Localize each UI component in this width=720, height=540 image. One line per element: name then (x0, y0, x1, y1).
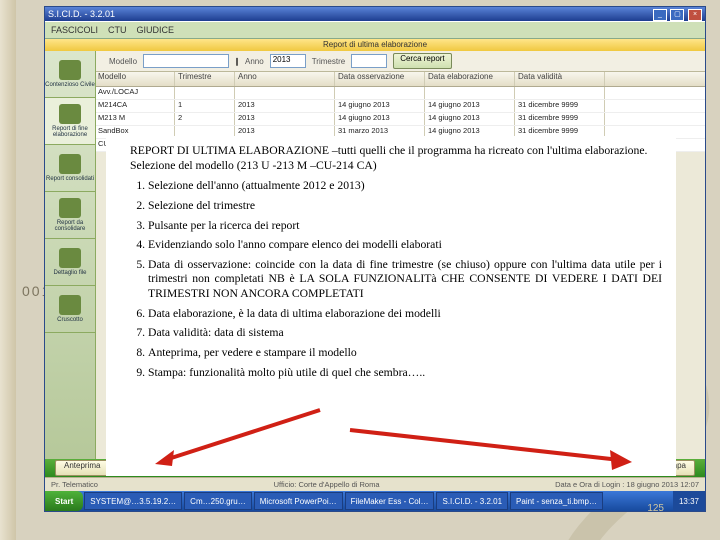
clock: 13:37 (679, 497, 699, 506)
sidebar-icon (59, 295, 81, 315)
anno-select[interactable]: 2013 (270, 54, 306, 68)
table-row[interactable]: M213 M2201314 giugno 201314 giugno 20133… (95, 113, 705, 126)
modello-label: Modello (109, 57, 137, 66)
menu-toolbar: FASCICOLI CTU GIUDICE (45, 21, 705, 39)
taskbar-button[interactable]: SYSTEM@…3.5.19.2… (84, 492, 182, 510)
taskbar-button[interactable]: FileMaker Ess - Col… (345, 492, 435, 510)
taskbar-button[interactable]: Cm…250.gru… (184, 492, 252, 510)
trimestre-select[interactable] (351, 54, 387, 68)
anno-label: Anno (245, 57, 264, 66)
sidebar-item[interactable]: Cruscotto (45, 286, 95, 333)
list-item: Data di osservazione: coincide con la da… (148, 258, 662, 302)
table-row[interactable]: M214CA1201314 giugno 201314 giugno 20133… (95, 100, 705, 113)
arrow-anteprima (150, 400, 370, 480)
sidebar-item[interactable]: Report di fine elaborazione (45, 98, 95, 145)
modello-select[interactable] (143, 54, 229, 68)
sidebar-item[interactable]: Contenzioso Civile (45, 51, 95, 98)
arrow-stampa (340, 420, 640, 480)
table-row[interactable]: Avv./LOCAJ (95, 87, 705, 100)
status-right: Data e Ora di Login : 18 giugno 2013 12:… (555, 480, 699, 489)
col-data-elaborazione[interactable]: Data elaborazione (425, 72, 515, 86)
taskbar-button[interactable]: Paint - senza_ti.bmp… (510, 492, 603, 510)
sidebar-item[interactable]: Dettaglio file (45, 239, 95, 286)
taskbar-button[interactable]: S.I.CI.D. - 3.2.01 (436, 492, 508, 510)
sidebar: Contenzioso Civile Report di fine elabora… (45, 51, 96, 491)
filter-bar: Modello ∥ Anno 2013 Trimestre Cerca repo… (45, 51, 705, 72)
list-item: Evidenziando solo l'anno compare elenco … (148, 238, 662, 253)
overlay-title: REPORT DI ULTIMA ELABORAZIONE –tutti que… (124, 144, 662, 173)
window-title: S.I.CI.D. - 3.2.01 (48, 9, 115, 19)
sidebar-icon (59, 248, 81, 268)
section-header: Report di ultima elaborazione (45, 39, 705, 51)
col-data-validita[interactable]: Data validità (515, 72, 605, 86)
list-item: Pulsante per la ricerca dei report (148, 219, 662, 234)
col-data-osservazione[interactable]: Data osservazione (335, 72, 425, 86)
start-button[interactable]: Start (45, 491, 83, 511)
sidebar-icon (59, 154, 81, 174)
status-left: Pr. Telematico (51, 480, 98, 489)
taskbar-button[interactable]: Microsoft PowerPoi… (254, 492, 343, 510)
sidebar-icon (59, 60, 81, 80)
sidebar-item[interactable]: Report consolidati (45, 145, 95, 192)
menu-ctu[interactable]: CTU (108, 25, 127, 35)
sidebar-label: Report di fine elaborazione (45, 126, 95, 138)
taskbar: Start SYSTEM@…3.5.19.2…Cm…250.gru…Micros… (45, 491, 705, 511)
maximize-button[interactable]: ▢ (670, 9, 684, 21)
close-button[interactable]: × (688, 9, 702, 21)
slide-number: 125 (647, 503, 664, 514)
status-mid: Ufficio: Corte d'Appello di Roma (274, 480, 380, 489)
divider-icon: ∥ (235, 57, 239, 66)
minimize-button[interactable]: _ (653, 9, 667, 21)
sidebar-label: Report consolidati (46, 176, 94, 182)
sidebar-item[interactable]: Report da consolidare (45, 192, 95, 239)
col-anno[interactable]: Anno (235, 72, 335, 86)
list-item: Selezione del trimestre (148, 199, 662, 214)
list-item: Data validità: data di sistema (148, 326, 662, 341)
col-trimestre[interactable]: Trimestre (175, 72, 235, 86)
sidebar-icon (59, 104, 81, 124)
grid-header: Modello Trimestre Anno Data osservazione… (45, 72, 705, 87)
list-item: Anteprima, per vedere e stampare il mode… (148, 346, 662, 361)
sidebar-icon (59, 198, 81, 218)
cerca-report-button[interactable]: Cerca report (393, 53, 451, 69)
system-tray[interactable]: 13:37 (673, 491, 705, 511)
list-item: Selezione dell'anno (attualmente 2012 e … (148, 179, 662, 194)
anteprima-button[interactable]: Anteprima (55, 460, 109, 476)
sidebar-label: Report da consolidare (45, 220, 95, 232)
sidebar-label: Dettaglio file (53, 270, 86, 276)
menu-giudice[interactable]: GIUDICE (137, 25, 175, 35)
titlebar: S.I.CI.D. - 3.2.01 _ ▢ × (45, 7, 705, 21)
list-item: Data elaborazione, è la data di ultima e… (148, 307, 662, 322)
menu-fascicoli[interactable]: FASCICOLI (51, 25, 98, 35)
col-modello[interactable]: Modello (95, 72, 175, 86)
sidebar-label: Contenzioso Civile (45, 82, 95, 88)
trimestre-label: Trimestre (312, 57, 345, 66)
sidebar-label: Cruscotto (57, 317, 83, 323)
list-item: Stampa: funzionalità molto più utile di … (148, 366, 662, 381)
